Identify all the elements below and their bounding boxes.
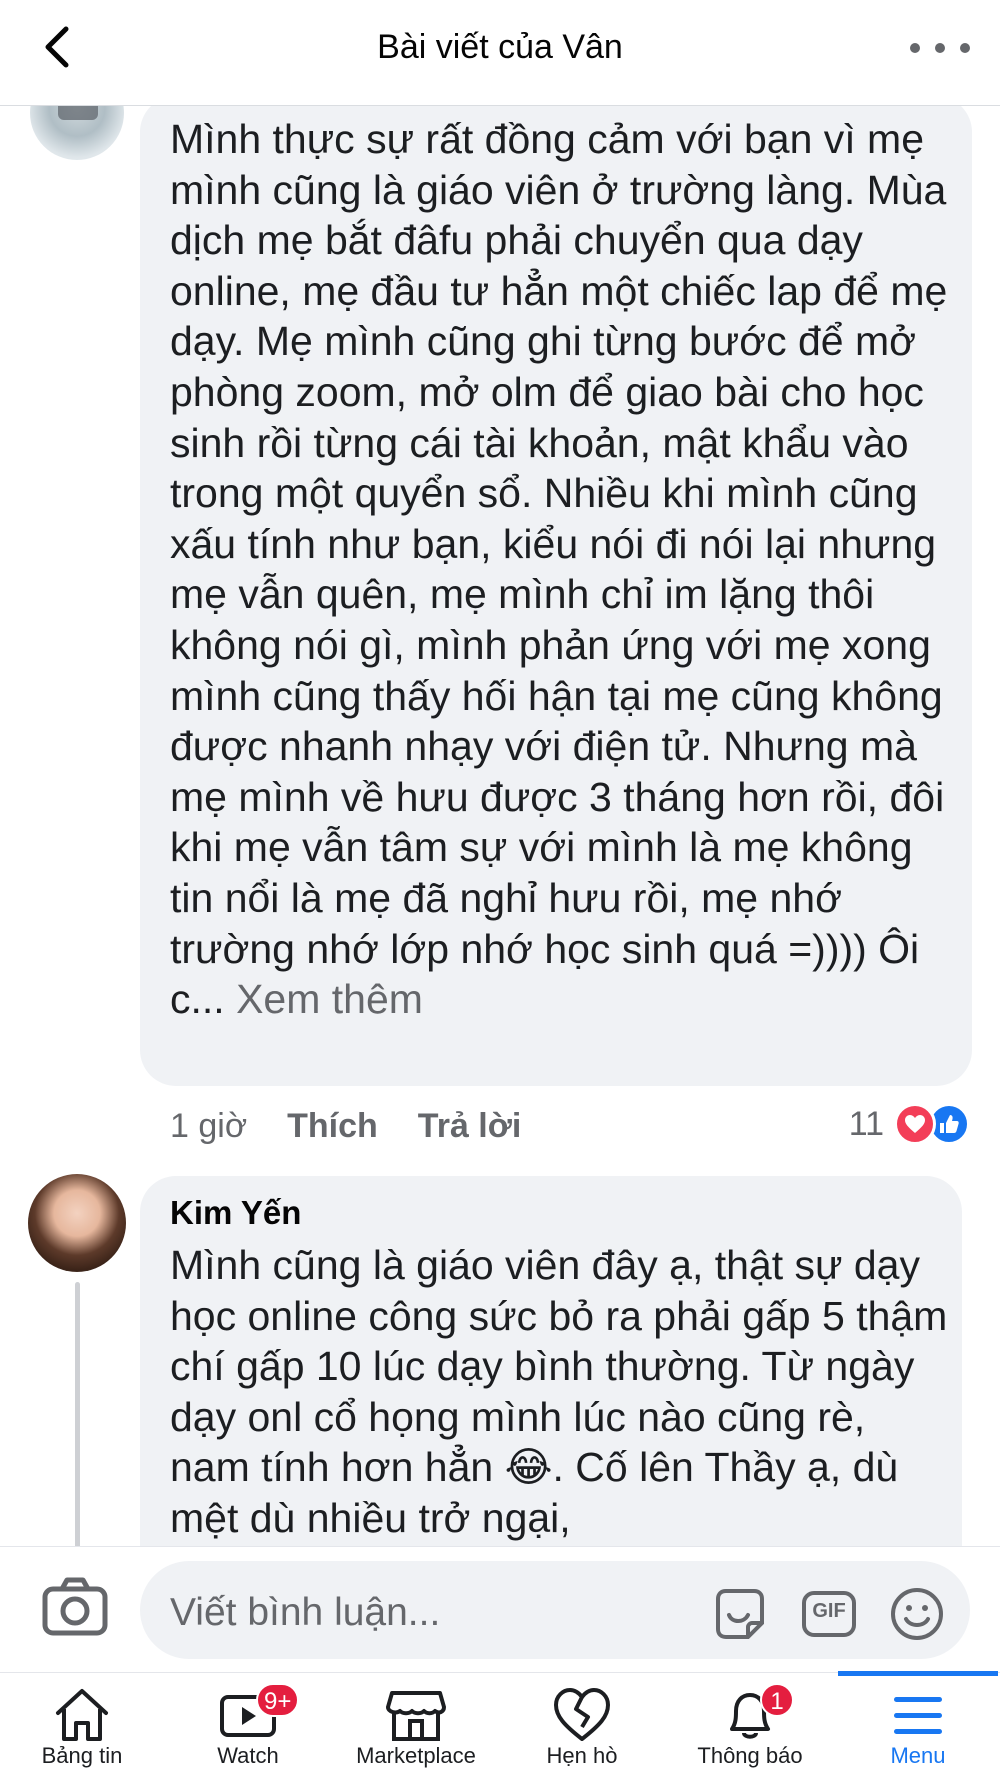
tab-menu[interactable]: Menu (838, 1673, 998, 1778)
tab-label: Menu (890, 1743, 946, 1768)
sticker-icon (716, 1589, 764, 1639)
tab-news-feed[interactable]: Bảng tin (2, 1673, 162, 1778)
bottom-tab-bar: Bảng tin 9+ Watch Marketplace Hẹn hò 1 T… (0, 1671, 1000, 1778)
avatar[interactable] (28, 1174, 126, 1272)
emoji-button[interactable] (888, 1585, 946, 1643)
comment-time: 1 giờ (170, 1106, 248, 1145)
home-icon (56, 1689, 108, 1741)
reaction-summary[interactable]: 11 (849, 1100, 970, 1148)
smiley-icon (891, 1588, 943, 1640)
reply-button[interactable]: Trả lời (418, 1107, 522, 1146)
notifications-badge: 1 (760, 1683, 794, 1717)
camera-icon (42, 1577, 108, 1636)
tab-marketplace[interactable]: Marketplace (336, 1673, 496, 1778)
avatar[interactable] (30, 106, 124, 160)
comments-list: Mình thực sự rất đồng cảm với bạn vì mẹ … (0, 106, 1000, 1546)
tab-label: Hẹn hò (546, 1743, 618, 1768)
comment-placeholder: Viết bình luận... (170, 1591, 441, 1634)
comment-text: Mình thực sự rất đồng cảm với bạn vì mẹ … (170, 114, 960, 1025)
thread-line (75, 1282, 80, 1546)
comment-bubble[interactable]: Mình thực sự rất đồng cảm với bạn vì mẹ … (140, 106, 972, 1086)
menu-icon (894, 1697, 942, 1734)
comment-bubble[interactable]: Kim Yến Mình cũng là giáo viên đây ạ, th… (140, 1176, 962, 1546)
tab-label: Marketplace (356, 1743, 476, 1768)
gif-button[interactable]: GIF (800, 1585, 858, 1643)
love-reaction-icon (894, 1103, 936, 1145)
tab-notifications[interactable]: 1 Thông báo (670, 1673, 830, 1778)
top-bar: Bài viết của Vân (0, 0, 1000, 106)
dating-heart-icon (554, 1688, 610, 1741)
dot-icon (960, 43, 970, 53)
more-options-button[interactable] (910, 30, 970, 66)
tab-label: Thông báo (697, 1743, 803, 1768)
dot-icon (935, 43, 945, 53)
see-more-link[interactable]: Xem thêm (225, 976, 423, 1022)
sticker-button[interactable] (710, 1585, 768, 1643)
tab-watch[interactable]: 9+ Watch (168, 1673, 328, 1778)
watch-badge: 9+ (256, 1683, 300, 1717)
tab-label: Watch (217, 1743, 279, 1768)
comment-composer: Viết bình luận... GIF (0, 1546, 1000, 1672)
comment-text: Mình cũng là giáo viên đây ạ, thật sự dạ… (170, 1242, 948, 1541)
comment-body: Mình thực sự rất đồng cảm với bạn vì mẹ … (170, 116, 948, 1023)
comment-author[interactable]: Kim Yến (170, 1194, 301, 1232)
tab-dating[interactable]: Hẹn hò (502, 1673, 662, 1778)
page-title: Bài viết của Vân (377, 28, 623, 66)
camera-button[interactable] (40, 1575, 110, 1639)
comment-actions: 1 giờ Thích Trả lời (170, 1096, 561, 1156)
dot-icon (910, 43, 920, 53)
marketplace-icon (386, 1691, 446, 1741)
gif-label: GIF (812, 1600, 846, 1622)
like-button[interactable]: Thích (287, 1107, 378, 1146)
tab-label: Bảng tin (41, 1743, 123, 1768)
comment-input[interactable]: Viết bình luận... GIF (140, 1561, 970, 1659)
reaction-count: 11 (848, 1104, 884, 1143)
